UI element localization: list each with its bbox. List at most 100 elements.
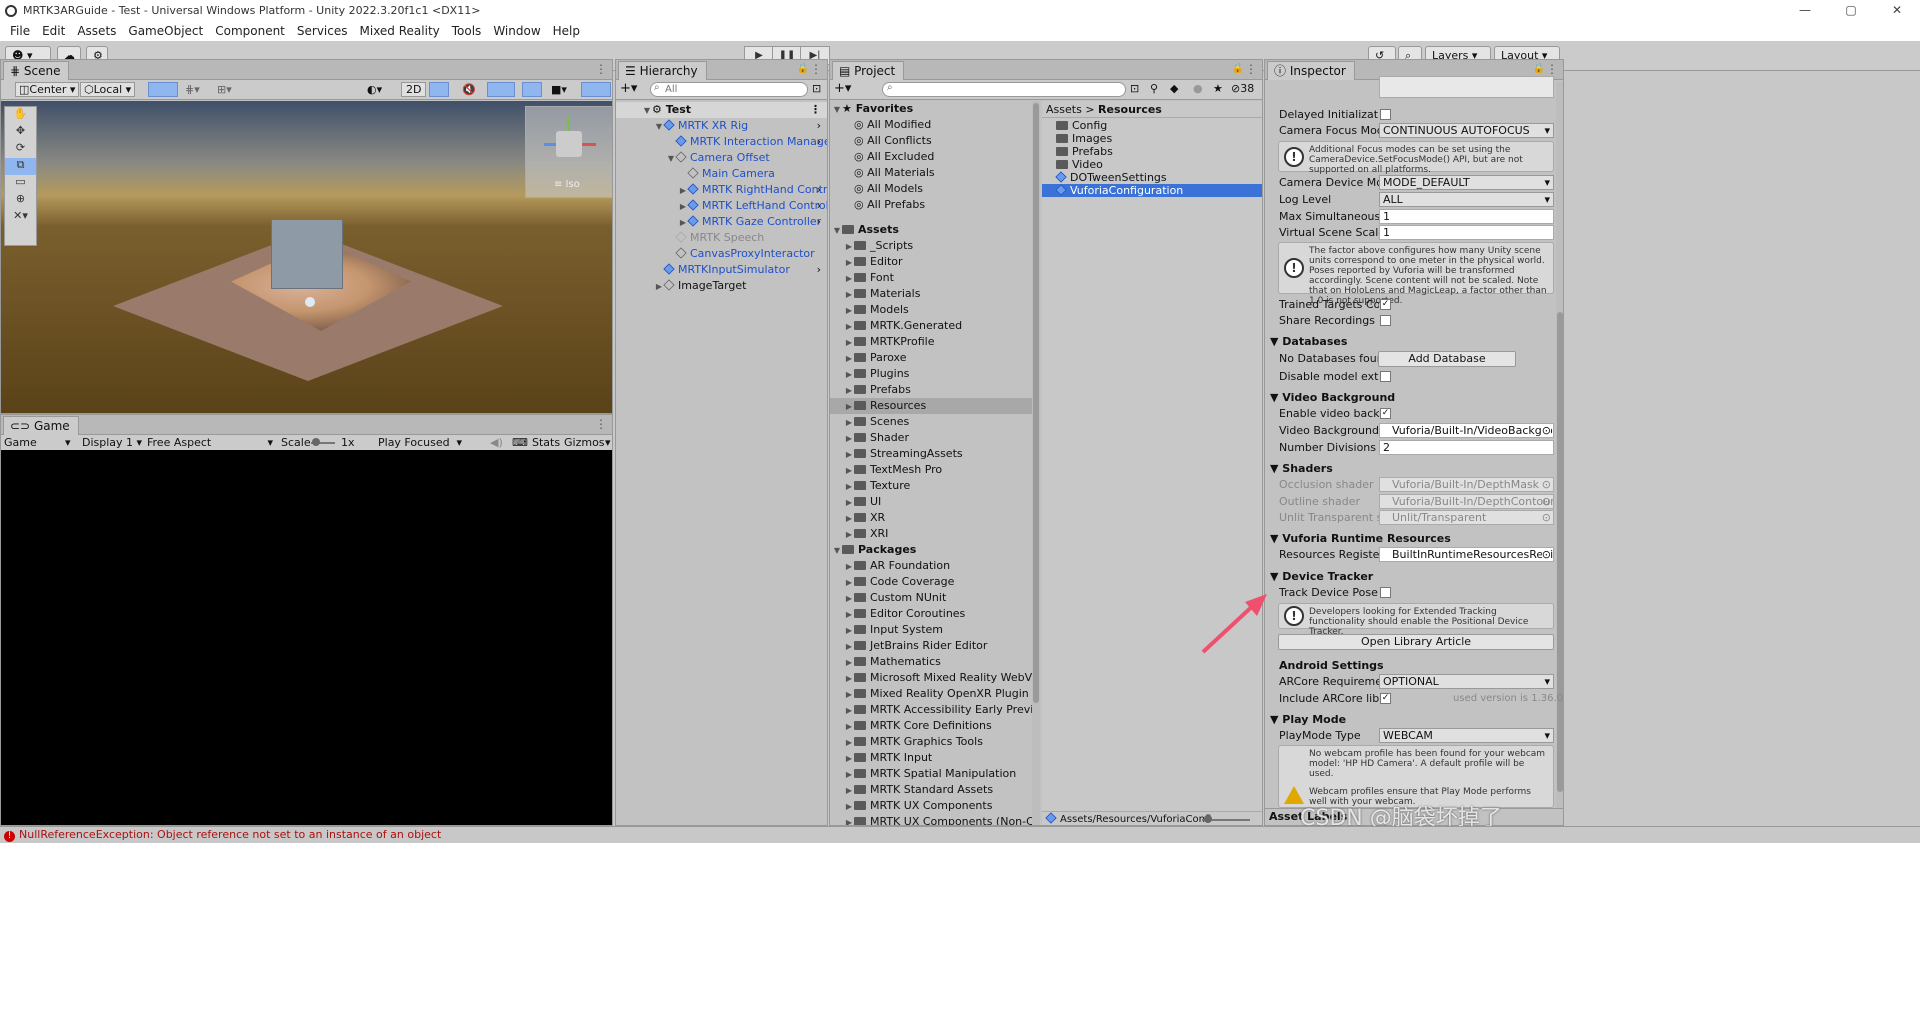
chevron-right-icon[interactable]: ›	[817, 262, 821, 278]
favorite-item[interactable]: ◎ All Conflicts	[830, 133, 1032, 149]
menu-component[interactable]: Component	[209, 24, 291, 38]
expand-icon[interactable]: ▶	[844, 639, 854, 655]
panel-menu-icon[interactable]: ⋮	[595, 62, 607, 76]
folder-tree-item[interactable]: ▶ Font	[830, 270, 1032, 286]
folder-item[interactable]: Video	[1042, 158, 1262, 171]
lock-icon[interactable]: 🔒	[797, 63, 809, 74]
hierarchy-item[interactable]: ▶ MRTK LeftHand Controll ›	[616, 198, 827, 214]
hidden-objects-icon[interactable]	[522, 82, 542, 97]
expand-icon[interactable]: ▶	[844, 719, 854, 735]
camera-focus-dropdown[interactable]: CONTINUOUS AUTOFOCUS ▾	[1379, 123, 1554, 138]
expand-icon[interactable]: ▶	[844, 351, 854, 367]
expand-icon[interactable]: ▶	[844, 735, 854, 751]
transform-tool-icon[interactable]: ⊕	[5, 192, 36, 209]
folder-tree-item[interactable]: ▶ StreamingAssets	[830, 446, 1032, 462]
folder-tree-item[interactable]: ▶ Materials	[830, 286, 1032, 302]
space-dropdown[interactable]: ⬡Local ▾	[80, 82, 136, 97]
folder-tree-item[interactable]: ▶ MRTK.Generated	[830, 318, 1032, 334]
databases-header[interactable]: ▼ Databases	[1270, 334, 1347, 349]
expand-icon[interactable]: ▶	[844, 271, 854, 287]
maximize-button[interactable]: ▢	[1828, 0, 1874, 21]
chevron-right-icon[interactable]: ›	[817, 182, 821, 198]
hierarchy-item[interactable]: MRTK Speech	[616, 230, 827, 246]
include-arcore-checkbox[interactable]: ✓	[1380, 693, 1391, 704]
play-focus-dropdown[interactable]: Play Focused ▾	[378, 436, 462, 449]
hand-tool-icon[interactable]: ✋	[5, 107, 36, 124]
play-mode-header[interactable]: ▼ Play Mode	[1270, 712, 1346, 727]
folder-item[interactable]: Config	[1042, 119, 1262, 132]
folder-tree-item[interactable]: ▶ Editor Coroutines	[830, 606, 1032, 622]
scene-menu-icon[interactable]: ⋮	[810, 102, 821, 118]
scene-viewport[interactable]: ✋ ✥ ⟳ ⧉ ▭ ⊕ ✕▾ ≡ Iso	[1, 101, 612, 413]
expand-icon[interactable]: ▶	[844, 431, 854, 447]
camera-device-dropdown[interactable]: MODE_DEFAULT ▾	[1379, 175, 1554, 190]
expand-icon[interactable]: ▶	[844, 767, 854, 783]
folder-tree-item[interactable]: ▶ Editor	[830, 254, 1032, 270]
expand-icon[interactable]: ▶	[844, 671, 854, 687]
expand-icon[interactable]: ▶	[844, 559, 854, 575]
folder-tree-item[interactable]: ▶ MRTK Core Definitions	[830, 718, 1032, 734]
folder-item[interactable]: Prefabs	[1042, 145, 1262, 158]
delayed-init-checkbox[interactable]	[1380, 109, 1391, 120]
snap-icon[interactable]: ⊞▾	[217, 83, 232, 96]
file-item-selected[interactable]: VuforiaConfiguration	[1042, 184, 1262, 197]
folder-tree-item[interactable]: ▶ MRTK Spatial Manipulation	[830, 766, 1032, 782]
folder-tree-item[interactable]: ▶ Prefabs	[830, 382, 1032, 398]
folder-tree-item[interactable]: ▶ Mathematics	[830, 654, 1032, 670]
scrollbar-thumb[interactable]	[1033, 103, 1039, 703]
expand-icon[interactable]: ▶	[844, 383, 854, 399]
folder-tree-item[interactable]: ▶ _Scripts	[830, 238, 1032, 254]
camera-icon[interactable]: ■▾	[551, 83, 567, 96]
open-library-button[interactable]: Open Library Article	[1278, 634, 1554, 650]
project-tree-scrollbar[interactable]	[1032, 101, 1040, 825]
folder-tree-item[interactable]: ▶ Microsoft Mixed Reality WebView	[830, 670, 1032, 686]
folder-tree-item[interactable]: ▶ Scenes	[830, 414, 1032, 430]
chevron-right-icon[interactable]: ›	[817, 214, 821, 230]
pivot-dropdown[interactable]: ◫Center ▾	[15, 82, 80, 97]
panel-menu-icon[interactable]: ⋮	[1245, 62, 1257, 76]
track-pose-checkbox[interactable]	[1380, 587, 1391, 598]
hierarchy-item[interactable]: ▼ MRTK XR Rig ›	[616, 118, 827, 134]
scale-tool-icon[interactable]: ⧉	[5, 158, 36, 175]
search-options-icon[interactable]: ⊡	[1130, 82, 1139, 95]
hierarchy-search-input[interactable]	[650, 82, 808, 97]
inspector-scrollbar[interactable]	[1556, 82, 1563, 825]
panel-menu-icon[interactable]: ⋮	[1546, 62, 1558, 76]
log-level-dropdown[interactable]: ALL ▾	[1379, 192, 1554, 207]
game-mode-dropdown[interactable]: Game	[4, 436, 37, 449]
menu-window[interactable]: Window	[487, 24, 546, 38]
menu-assets[interactable]: Assets	[71, 24, 122, 38]
status-bar[interactable]: ! NullReferenceException: Object referenc…	[0, 826, 1920, 842]
expand-icon[interactable]: ▶	[844, 239, 854, 255]
mode-2d-toggle[interactable]: 2D	[401, 82, 427, 97]
folder-tree-item[interactable]: ▶ UI	[830, 494, 1032, 510]
hierarchy-item[interactable]: CanvasProxyInteractor	[616, 246, 827, 262]
expand-icon[interactable]: ▼	[832, 223, 842, 239]
folder-tree-item[interactable]: ▶ XR	[830, 510, 1032, 526]
move-tool-icon[interactable]: ✥	[5, 124, 36, 141]
favorites-header[interactable]: ▼ ★ Favorites	[830, 101, 1032, 117]
expand-icon[interactable]: ▶	[844, 751, 854, 767]
rect-tool-icon[interactable]: ▭	[5, 175, 36, 192]
favorite-star-icon[interactable]: ★	[1213, 82, 1223, 95]
gizmo-z-axis[interactable]	[544, 143, 556, 146]
folder-tree-item[interactable]: ▶ MRTK Standard Assets	[830, 782, 1032, 798]
expand-icon[interactable]: ▶	[844, 575, 854, 591]
expand-icon[interactable]: ▼	[654, 119, 664, 135]
expand-icon[interactable]: ▶	[844, 367, 854, 383]
chevron-right-icon[interactable]: ›	[817, 198, 821, 214]
keyboard-icon[interactable]: ⌨	[512, 436, 528, 449]
expand-icon[interactable]: ▶	[678, 215, 688, 231]
mute-audio-icon[interactable]: ◀)	[490, 436, 503, 449]
orientation-gizmo[interactable]: ≡ Iso	[525, 106, 612, 198]
lock-icon[interactable]: 🔒	[1232, 63, 1244, 74]
menu-help[interactable]: Help	[547, 24, 586, 38]
tab-inspector[interactable]: ⓘ Inspector	[1267, 61, 1355, 80]
expand-icon[interactable]: ▶	[844, 511, 854, 527]
hierarchy-item[interactable]: ▼ Camera Offset	[616, 150, 827, 166]
folder-tree-item[interactable]: ▶ Resources	[830, 398, 1032, 414]
assets-header[interactable]: ▼ Assets	[830, 222, 1032, 238]
hierarchy-item[interactable]: ▶ MRTK Gaze Controller ›	[616, 214, 827, 230]
pivot-handle[interactable]	[305, 297, 315, 307]
add-database-button[interactable]: Add Database	[1378, 351, 1516, 367]
